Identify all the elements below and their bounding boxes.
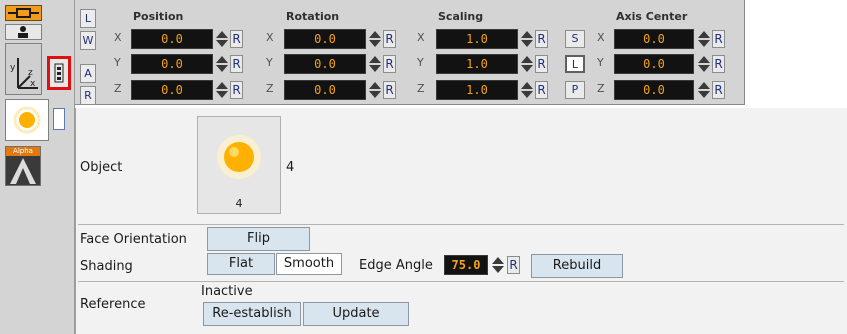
relative-mode-button[interactable]: R [80, 86, 96, 105]
object-editor-panel [75, 108, 847, 334]
rotation-y-spinner[interactable] [368, 55, 382, 73]
axis-center-z-reset[interactable]: R [712, 81, 725, 99]
position-x-reset[interactable]: R [230, 30, 243, 48]
world-mode-button[interactable]: W [80, 31, 96, 50]
position-y-spinner[interactable] [215, 55, 229, 73]
axis-center-y-spinner[interactable] [697, 55, 711, 73]
scaling-x-reset[interactable]: R [535, 30, 548, 48]
scale-proportional-button[interactable]: P [565, 81, 585, 99]
object-slot-sun[interactable] [5, 99, 49, 141]
update-button[interactable]: Update [303, 302, 409, 326]
axis-center-y-field[interactable]: 0.0 [614, 54, 694, 74]
rotation-x-label: X [266, 31, 274, 44]
scaling-z-reset[interactable]: R [535, 81, 548, 99]
rotation-y-field[interactable]: 0.0 [284, 54, 366, 74]
scaling-z-field[interactable]: 1.0 [436, 80, 518, 100]
rotation-z-spinner[interactable] [368, 81, 382, 99]
local-mode-button[interactable]: L [80, 9, 96, 28]
flip-button[interactable]: Flip [207, 227, 310, 251]
alpha-label: Alpha [6, 147, 40, 156]
user-tool-button[interactable] [5, 24, 42, 40]
edge-angle-field[interactable]: 75.0 [444, 255, 488, 275]
position-z-reset[interactable]: R [230, 81, 243, 99]
alpha-object-button[interactable]: Alpha [5, 146, 41, 186]
scaling-x-spinner[interactable] [520, 30, 534, 48]
user-icon [18, 26, 28, 38]
object-label: Object [80, 160, 123, 175]
position-z-field[interactable]: 0.0 [131, 80, 213, 100]
position-title: Position [133, 10, 184, 23]
rotation-z-field[interactable]: 0.0 [284, 80, 366, 100]
axis-center-x-reset[interactable]: R [712, 30, 725, 48]
position-x-field[interactable]: 0.0 [131, 29, 213, 49]
svg-text:z: z [28, 68, 33, 78]
scaling-y-reset[interactable]: R [535, 55, 548, 73]
axis-center-x-field[interactable]: 0.0 [614, 29, 694, 49]
axis-center-x-label: X [597, 31, 605, 44]
object-thumbnail[interactable]: 4 [197, 116, 281, 214]
axis-center-y-label: Y [597, 56, 604, 69]
shading-label: Shading [80, 259, 133, 274]
axis-center-z-label: Z [597, 82, 605, 95]
axis-center-title: Axis Center [616, 10, 688, 23]
svg-text:x: x [30, 79, 36, 89]
reference-label: Reference [80, 297, 146, 312]
object-slot-indicator[interactable] [53, 108, 65, 130]
sun-icon [13, 106, 41, 134]
edge-angle-spinner[interactable] [491, 256, 505, 274]
scaling-y-spinner[interactable] [520, 55, 534, 73]
scale-lock-button[interactable]: L [565, 55, 585, 73]
divider [78, 281, 844, 282]
reference-status: Inactive [201, 284, 253, 299]
position-z-label: Z [114, 82, 122, 95]
divider [78, 224, 844, 225]
link-tool-button[interactable] [5, 5, 42, 21]
rebuild-button[interactable]: Rebuild [531, 254, 623, 278]
object-thumbnail-number: 4 [235, 197, 243, 210]
position-z-spinner[interactable] [215, 81, 229, 99]
selected-grid-tool[interactable] [47, 56, 71, 90]
sun-object-icon [217, 135, 261, 179]
axis-center-z-spinner[interactable] [697, 81, 711, 99]
position-y-reset[interactable]: R [230, 55, 243, 73]
scaling-title: Scaling [438, 10, 484, 23]
rotation-x-spinner[interactable] [368, 30, 382, 48]
scaling-y-field[interactable]: 1.0 [436, 54, 518, 74]
edge-angle-label: Edge Angle [359, 258, 433, 273]
edge-angle-reset[interactable]: R [507, 256, 520, 274]
link-icon [8, 8, 39, 18]
axes-icon: y z x [10, 58, 38, 89]
svg-text:y: y [10, 63, 16, 73]
rotation-y-label: Y [266, 56, 273, 69]
rotation-y-reset[interactable]: R [383, 55, 396, 73]
scaling-z-label: Z [417, 82, 425, 95]
axis-center-z-field[interactable]: 0.0 [614, 80, 694, 100]
rotation-x-reset[interactable]: R [383, 30, 396, 48]
face-orientation-label: Face Orientation [80, 232, 187, 247]
absolute-mode-button[interactable]: A [80, 64, 96, 83]
position-x-label: X [114, 31, 122, 44]
position-y-label: Y [114, 56, 121, 69]
grid-list-icon [54, 63, 64, 83]
object-count: 4 [286, 160, 295, 175]
shading-smooth-button[interactable]: Smooth [276, 253, 342, 275]
rotation-z-reset[interactable]: R [383, 81, 396, 99]
rotation-z-label: Z [266, 82, 274, 95]
reestablish-button[interactable]: Re-establish [203, 302, 301, 326]
rotation-x-field[interactable]: 0.0 [284, 29, 366, 49]
position-x-spinner[interactable] [215, 30, 229, 48]
axis-tool-button[interactable]: y z x [5, 43, 42, 95]
scale-uniform-button[interactable]: S [565, 30, 585, 48]
scaling-z-spinner[interactable] [520, 81, 534, 99]
axis-center-y-reset[interactable]: R [712, 55, 725, 73]
shading-flat-button[interactable]: Flat [207, 253, 275, 275]
scaling-x-field[interactable]: 1.0 [436, 29, 518, 49]
scaling-x-label: X [417, 31, 425, 44]
axis-center-x-spinner[interactable] [697, 30, 711, 48]
position-y-field[interactable]: 0.0 [131, 54, 213, 74]
scaling-y-label: Y [417, 56, 424, 69]
rotation-title: Rotation [286, 10, 340, 23]
alpha-letter-icon [10, 158, 36, 184]
